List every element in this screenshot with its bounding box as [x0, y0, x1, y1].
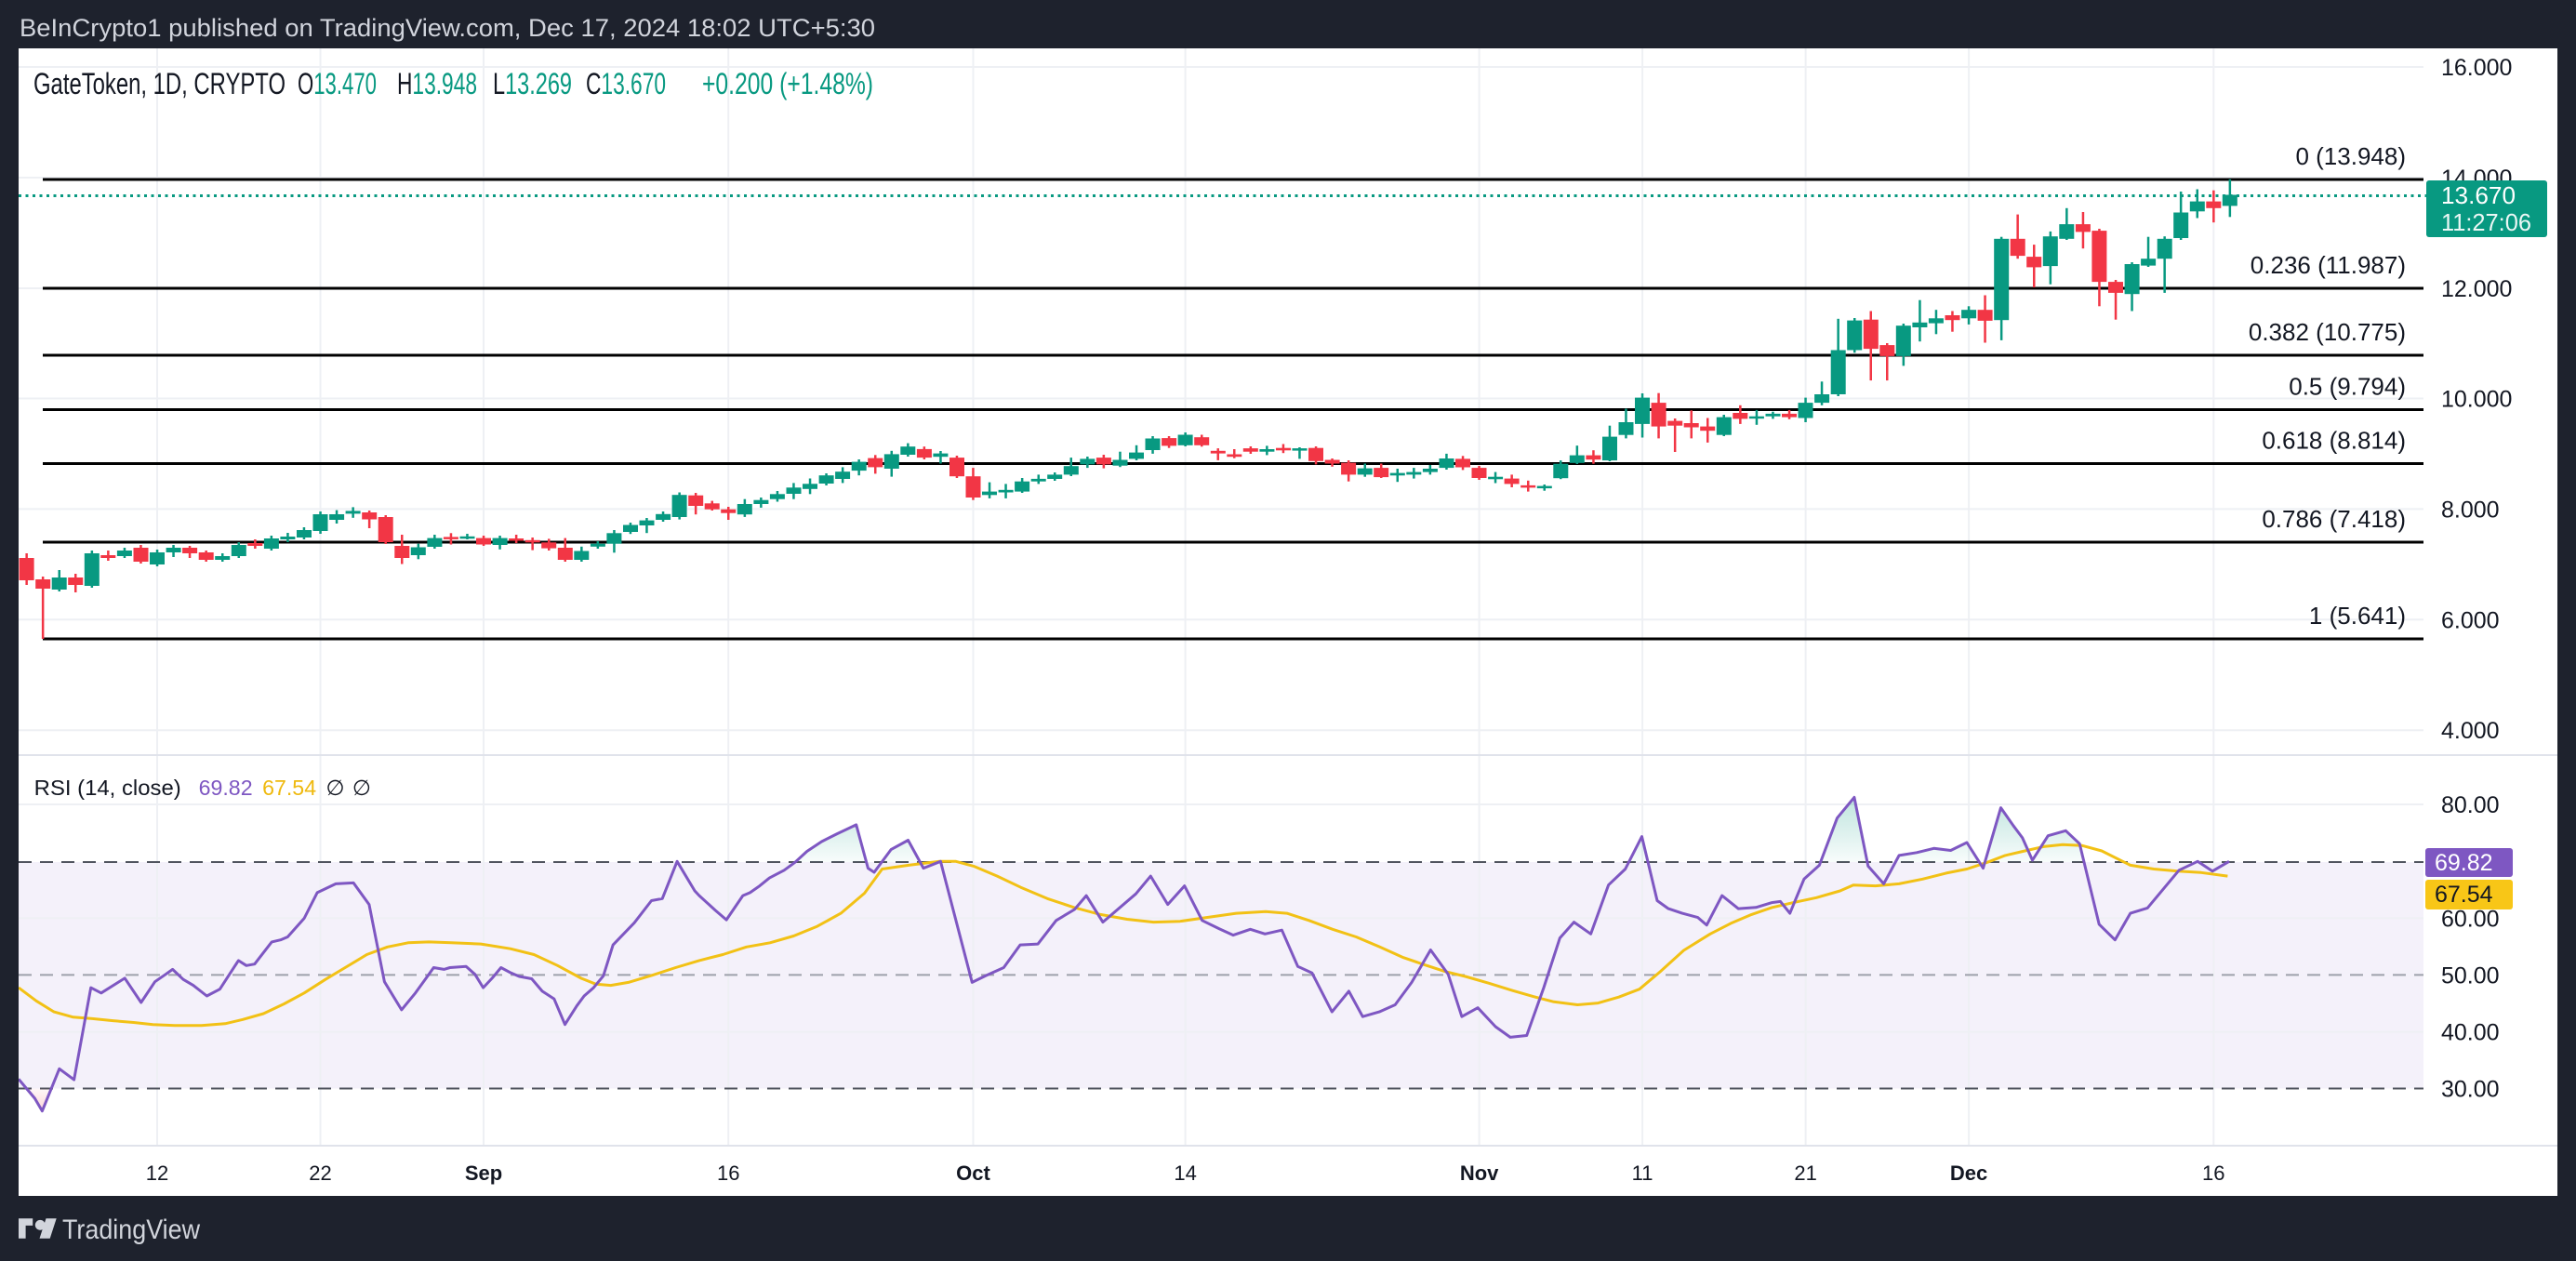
svg-text:L13.269: L13.269	[493, 67, 572, 100]
svg-text:Sep: Sep	[465, 1161, 502, 1185]
svg-text:16: 16	[2202, 1161, 2224, 1185]
svg-text:30.00: 30.00	[2441, 1077, 2500, 1103]
svg-text:80.00: 80.00	[2441, 792, 2500, 818]
svg-text:GateToken, 1D, CRYPTO: GateToken, 1D, CRYPTO	[33, 67, 285, 100]
svg-text:67.54: 67.54	[262, 776, 316, 800]
svg-text:12: 12	[146, 1161, 168, 1185]
svg-text:40.00: 40.00	[2441, 1020, 2500, 1046]
svg-text:0.382 (10.775): 0.382 (10.775)	[2249, 318, 2406, 346]
svg-text:∅: ∅	[352, 776, 371, 800]
svg-text:RSI (14, close): RSI (14, close)	[34, 776, 181, 800]
svg-text:16.000: 16.000	[2441, 55, 2512, 81]
svg-text:0.5 (9.794): 0.5 (9.794)	[2289, 373, 2406, 401]
svg-text:16: 16	[717, 1161, 739, 1185]
svg-text:BeInCrypto1 published on Tradi: BeInCrypto1 published on TradingView.com…	[20, 14, 875, 42]
svg-text:67.54: 67.54	[2435, 882, 2493, 908]
svg-text:O13.470: O13.470	[298, 67, 377, 100]
svg-text:C13.670: C13.670	[586, 67, 666, 100]
svg-text:10.000: 10.000	[2441, 387, 2512, 413]
svg-text:69.82: 69.82	[2435, 850, 2493, 876]
svg-text:TradingView: TradingView	[62, 1215, 200, 1245]
svg-text:14: 14	[1174, 1161, 1196, 1185]
svg-text:1 (5.641): 1 (5.641)	[2309, 602, 2406, 630]
svg-text:22: 22	[309, 1161, 331, 1185]
svg-text:+0.200 (+1.48%): +0.200 (+1.48%)	[702, 67, 873, 100]
svg-text:Oct: Oct	[956, 1161, 990, 1185]
svg-text:6.000: 6.000	[2441, 607, 2500, 633]
svg-text:11: 11	[1632, 1161, 1653, 1185]
svg-text:50.00: 50.00	[2441, 962, 2500, 989]
svg-text:Nov: Nov	[1460, 1161, 1499, 1185]
svg-text:11:27:06: 11:27:06	[2441, 208, 2531, 236]
svg-text:8.000: 8.000	[2441, 497, 2500, 523]
svg-text:0.236 (11.987): 0.236 (11.987)	[2251, 251, 2406, 279]
svg-text:0.618 (8.814): 0.618 (8.814)	[2262, 427, 2406, 455]
svg-text:0.786 (7.418): 0.786 (7.418)	[2262, 505, 2406, 533]
svg-text:0 (13.948): 0 (13.948)	[2295, 142, 2406, 170]
svg-text:60.00: 60.00	[2441, 906, 2500, 932]
svg-text:Dec: Dec	[1950, 1161, 1987, 1185]
svg-text:69.82: 69.82	[199, 776, 253, 800]
svg-text:21: 21	[1794, 1161, 1816, 1185]
svg-text:13.670: 13.670	[2441, 181, 2516, 209]
svg-text:12.000: 12.000	[2441, 276, 2512, 302]
svg-text:∅: ∅	[326, 776, 345, 800]
svg-text:4.000: 4.000	[2441, 718, 2500, 744]
svg-text:H13.948: H13.948	[397, 67, 477, 100]
